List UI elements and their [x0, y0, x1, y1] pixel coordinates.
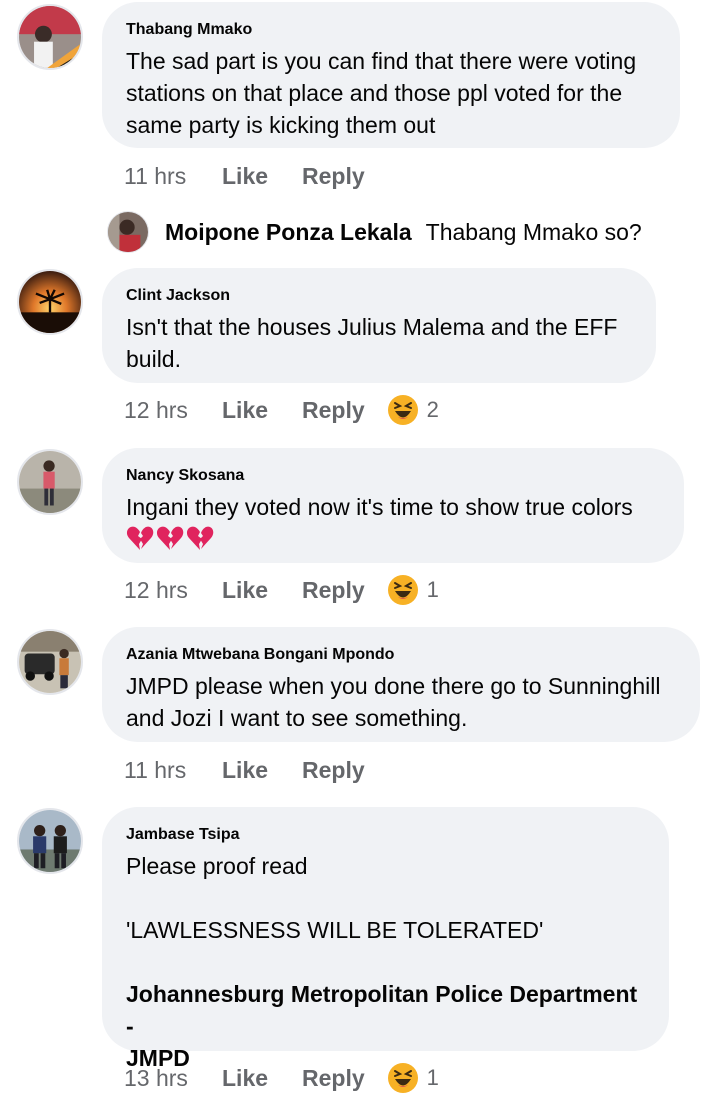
avatar-photo — [19, 271, 81, 333]
comment-bubble: Clint Jackson Isn't that the houses Juli… — [102, 268, 656, 383]
timestamp[interactable]: 11 hrs — [124, 163, 222, 190]
reply-button[interactable]: Reply — [302, 1065, 365, 1092]
reply-button[interactable]: Reply — [302, 757, 365, 784]
avatar-photo — [19, 810, 81, 872]
timestamp[interactable]: 12 hrs — [124, 577, 222, 604]
reaction-count: 2 — [426, 397, 439, 422]
laughing-emoji-icon — [387, 1063, 418, 1093]
avatar-photo — [108, 212, 148, 252]
reaction-summary[interactable]: 1 — [387, 574, 439, 606]
broken-heart-emoji-icon — [126, 526, 154, 550]
comment-line: and Jozi I want to see something. — [126, 705, 468, 731]
avatar[interactable] — [17, 808, 83, 874]
timestamp[interactable]: 13 hrs — [124, 1065, 222, 1092]
comment-actions: 13 hrs Like Reply 1 — [124, 1062, 439, 1094]
like-button[interactable]: Like — [222, 163, 302, 190]
like-button[interactable]: Like — [222, 1065, 302, 1092]
timestamp[interactable]: 12 hrs — [124, 397, 222, 424]
comment-actions: 12 hrs Like Reply 1 — [124, 574, 439, 606]
reaction-count: 1 — [426, 577, 439, 602]
commenter-name[interactable]: Azania Mtwebana Bongani Mpondo — [126, 645, 676, 665]
comment-bubble: Jambase Tsipa Please proof read 'LAWLESS… — [102, 807, 669, 1071]
like-button[interactable]: Like — [222, 577, 302, 604]
like-button[interactable]: Like — [222, 757, 302, 784]
reply-comment: Moipone Ponza Lekala Thabang Mmako so? — [107, 210, 642, 254]
broken-heart-emoji-icon — [156, 526, 184, 550]
emoji-row — [126, 525, 660, 551]
comment-actions: 11 hrs Like Reply — [124, 754, 365, 786]
avatar[interactable] — [107, 211, 149, 253]
comment-line: Please proof read — [126, 853, 308, 879]
comment-line: Johannesburg Metropolitan Police Departm… — [126, 981, 644, 1039]
avatar[interactable] — [17, 629, 83, 695]
comment-line: same party is kicking them out — [126, 112, 436, 138]
comment-actions: 12 hrs Like Reply 2 — [124, 394, 439, 426]
avatar-photo — [19, 631, 81, 693]
laughing-emoji-icon — [387, 575, 418, 605]
comment-bubble: Thabang Mmako The sad part is you can fi… — [102, 2, 680, 148]
comment-line: 'LAWLESSNESS WILL BE TOLERATED' — [126, 917, 544, 943]
comment-line: build. — [126, 346, 181, 372]
comment-bubble: Nancy Skosana Ingani they voted now it's… — [102, 448, 684, 563]
comment-line: Ingani they voted now it's time to show … — [126, 494, 633, 520]
avatar[interactable] — [17, 269, 83, 335]
reaction-count: 1 — [426, 1065, 439, 1090]
avatar-photo — [19, 6, 81, 68]
commenter-name[interactable]: Nancy Skosana — [126, 466, 660, 486]
comment-line: The sad part is you can find that there … — [126, 48, 637, 74]
reply-text: Thabang Mmako so? — [425, 218, 642, 245]
reply-button[interactable]: Reply — [302, 163, 365, 190]
like-button[interactable]: Like — [222, 397, 302, 424]
reply-button[interactable]: Reply — [302, 397, 365, 424]
broken-heart-emoji-icon — [186, 526, 214, 550]
comment-line: JMPD please when you done there go to Su… — [126, 673, 661, 699]
comment-line: Isn't that the houses Julius Malema and … — [126, 314, 618, 340]
reply-button[interactable]: Reply — [302, 577, 365, 604]
timestamp[interactable]: 11 hrs — [124, 757, 222, 784]
commenter-name[interactable]: Clint Jackson — [126, 286, 632, 306]
reaction-summary[interactable]: 1 — [387, 1062, 439, 1094]
comment-bubble: Azania Mtwebana Bongani Mpondo JMPD plea… — [102, 627, 700, 742]
avatar[interactable] — [17, 4, 83, 70]
avatar-photo — [19, 451, 81, 513]
commenter-name[interactable]: Thabang Mmako — [126, 20, 656, 40]
laughing-emoji-icon — [387, 395, 418, 425]
avatar[interactable] — [17, 449, 83, 515]
reaction-summary[interactable]: 2 — [387, 394, 439, 426]
commenter-name[interactable]: Jambase Tsipa — [126, 825, 645, 845]
comment-actions: 11 hrs Like Reply — [124, 160, 365, 192]
comment-line: stations on that place and those ppl vot… — [126, 80, 623, 106]
reply-author[interactable]: Moipone Ponza Lekala — [165, 219, 412, 246]
